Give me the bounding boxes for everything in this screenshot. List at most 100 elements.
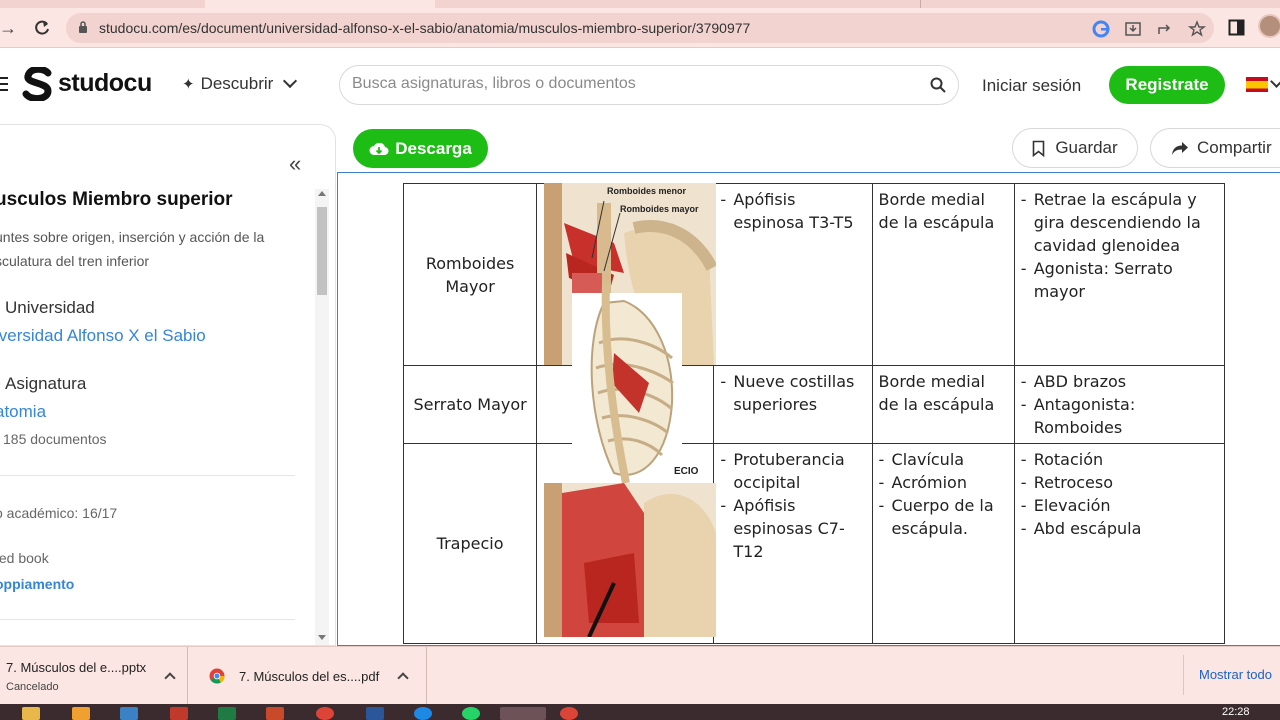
profile-avatar[interactable] xyxy=(1258,14,1280,38)
scroll-down-arrow-icon[interactable] xyxy=(318,635,326,640)
file-explorer-icon[interactable] xyxy=(22,707,40,720)
chrome-icon[interactable] xyxy=(316,707,334,720)
browser-toolbar: → studocu.com/es/document/universidad-al… xyxy=(0,8,1280,48)
active-chrome-taskbar-item[interactable] xyxy=(500,707,546,720)
address-bar[interactable]: studocu.com/es/document/universidad-alfo… xyxy=(66,13,1214,43)
register-button[interactable]: Registrate xyxy=(1109,66,1225,104)
subject-label: Asignatura xyxy=(5,374,87,393)
download-filename: 7. Músculos del e....pptx xyxy=(6,660,147,675)
action-item: ABD brazos xyxy=(1021,370,1218,393)
origin-item: Protuberancia occipital xyxy=(720,448,865,494)
origin-cell: Apófisis espinosa T3-T5 xyxy=(713,183,873,366)
download-item-pptx[interactable]: 7. Músculos del e....pptx Cancelado xyxy=(0,647,188,705)
book-label: ted book xyxy=(0,550,49,566)
origin-cell: Nueve costillas superiores xyxy=(713,365,873,444)
insertion-cell: Borde medial de la escápula xyxy=(871,183,1015,366)
muscle-table: Romboides Mayor Apófisis espinosa T3-T5 Bo… xyxy=(402,183,1226,644)
discover-menu[interactable]: ✦ Descubrir xyxy=(182,73,298,94)
share-page-icon[interactable] xyxy=(1156,20,1174,38)
chevron-up-icon[interactable] xyxy=(164,672,176,684)
side-panel-icon[interactable] xyxy=(1228,19,1245,36)
muscle-name-cell: Serrato Mayor xyxy=(402,365,538,444)
os-taskbar: 22:28 xyxy=(0,704,1280,720)
action-item: Agonista: Serrato mayor xyxy=(1021,257,1218,303)
google-icon[interactable] xyxy=(1092,20,1110,38)
powerpoint-icon[interactable] xyxy=(266,707,284,720)
chevron-down-icon xyxy=(283,73,298,89)
discover-label: Descubrir xyxy=(200,74,274,93)
studocu-logo-text[interactable]: studocu xyxy=(58,69,152,98)
url-text: studocu.com/es/document/universidad-alfo… xyxy=(99,20,751,36)
book-link[interactable]: oppiamento xyxy=(0,576,74,592)
scroll-up-arrow-icon[interactable] xyxy=(318,191,326,196)
origin-item: Nueve costillas superiores xyxy=(720,370,865,416)
chrome-icon[interactable] xyxy=(560,707,578,720)
save-button[interactable]: Guardar xyxy=(1012,128,1138,168)
image-label-rhomboid-minor: Romboides menor xyxy=(607,186,687,196)
save-label: Guardar xyxy=(1055,138,1118,157)
download-item-pdf[interactable]: 7. Músculos del es....pdf xyxy=(189,647,427,705)
spain-flag-icon[interactable] xyxy=(1246,77,1268,92)
insertion-item: Clavícula xyxy=(879,448,1008,471)
site-header: studocu ✦ Descubrir Iniciar sesión Regis… xyxy=(0,49,1280,121)
action-item: Elevación xyxy=(1021,494,1218,517)
scrollbar-thumb[interactable] xyxy=(317,207,327,295)
action-item: Abd escápula xyxy=(1021,517,1218,540)
insertion-item: Acrómion xyxy=(879,471,1008,494)
taskbar-clock: 22:28 xyxy=(1222,706,1250,718)
image-label-rhomboid-major: Romboides mayor xyxy=(620,204,699,214)
forward-icon[interactable]: → xyxy=(0,16,20,40)
share-button[interactable]: Compartir xyxy=(1150,128,1280,168)
sparkle-icon: ✦ xyxy=(182,76,195,93)
table-row: Romboides Mayor Apófisis espinosa T3-T5 Bo… xyxy=(402,183,1226,366)
install-icon[interactable] xyxy=(1124,20,1142,38)
app-icon[interactable] xyxy=(170,707,188,720)
reload-icon[interactable] xyxy=(30,16,54,40)
action-cell: RotaciónRetrocesoElevaciónAbd escápula xyxy=(1013,443,1226,644)
origin-item: Apófisis espinosas C7-T12 xyxy=(720,494,865,563)
share-label: Compartir xyxy=(1197,138,1272,157)
academic-year: o académico: 16/17 xyxy=(0,505,118,521)
subject-link[interactable]: atomia xyxy=(0,402,46,422)
whatsapp-icon[interactable] xyxy=(462,707,480,720)
menu-icon[interactable] xyxy=(0,77,8,91)
action-list: RotaciónRetrocesoElevaciónAbd escápula xyxy=(1021,448,1218,540)
app-icon[interactable] xyxy=(120,707,138,720)
action-cell: Retrae la escápula y gira descendiendo l… xyxy=(1013,183,1226,366)
origin-list: Protuberancia occipitalApófisis espinosa… xyxy=(720,448,865,563)
action-list: ABD brazosAntagonista: Romboides xyxy=(1021,370,1218,439)
excel-icon[interactable] xyxy=(218,707,236,720)
app-icon[interactable] xyxy=(414,707,432,720)
app-icon[interactable] xyxy=(72,707,90,720)
share-arrow-icon xyxy=(1172,141,1188,155)
document-viewer[interactable]: Romboides Mayor Apófisis espinosa T3-T5 Bo… xyxy=(337,172,1280,646)
action-item: Antagonista: Romboides xyxy=(1021,393,1218,439)
muscle-name-cell: Romboides Mayor xyxy=(402,183,538,366)
browser-tab-strip xyxy=(0,0,1280,8)
subject-document-count: 185 documentos xyxy=(3,431,107,447)
university-link[interactable]: iversidad Alfonso X el Sabio xyxy=(0,326,206,346)
university-label: Universidad xyxy=(5,298,95,317)
search-input[interactable] xyxy=(352,75,912,93)
login-link[interactable]: Iniciar sesión xyxy=(982,76,1081,96)
search-icon[interactable] xyxy=(930,77,946,93)
show-all-downloads-button[interactable]: Mostrar todo xyxy=(1183,655,1280,695)
chevron-up-icon[interactable] xyxy=(397,672,409,684)
origin-list: Apófisis espinosa T3-T5 xyxy=(720,188,865,234)
word-icon[interactable] xyxy=(366,707,384,720)
table-row: Serrato Mayor Nueve costillas superiores B… xyxy=(402,365,1226,444)
download-filename: 7. Músculos del es....pdf xyxy=(239,669,380,684)
action-item: Retrae la escápula y gira descendiendo l… xyxy=(1021,188,1218,257)
bookmark-star-icon[interactable] xyxy=(1188,20,1206,38)
search-bar[interactable] xyxy=(339,65,959,105)
insertion-text: Borde medial de la escápula xyxy=(878,372,995,414)
active-browser-tab[interactable] xyxy=(205,0,435,8)
action-item: Retroceso xyxy=(1021,471,1218,494)
insertion-cell: ClavículaAcrómionCuerpo de la escápula. xyxy=(871,443,1015,644)
language-chevron-icon[interactable] xyxy=(1270,75,1280,88)
studocu-logo-icon[interactable] xyxy=(22,67,54,101)
chrome-icon xyxy=(209,668,225,684)
action-item: Rotación xyxy=(1021,448,1218,471)
download-button[interactable]: Descarga xyxy=(353,129,488,168)
insertion-list: ClavículaAcrómionCuerpo de la escápula. xyxy=(879,448,1008,540)
